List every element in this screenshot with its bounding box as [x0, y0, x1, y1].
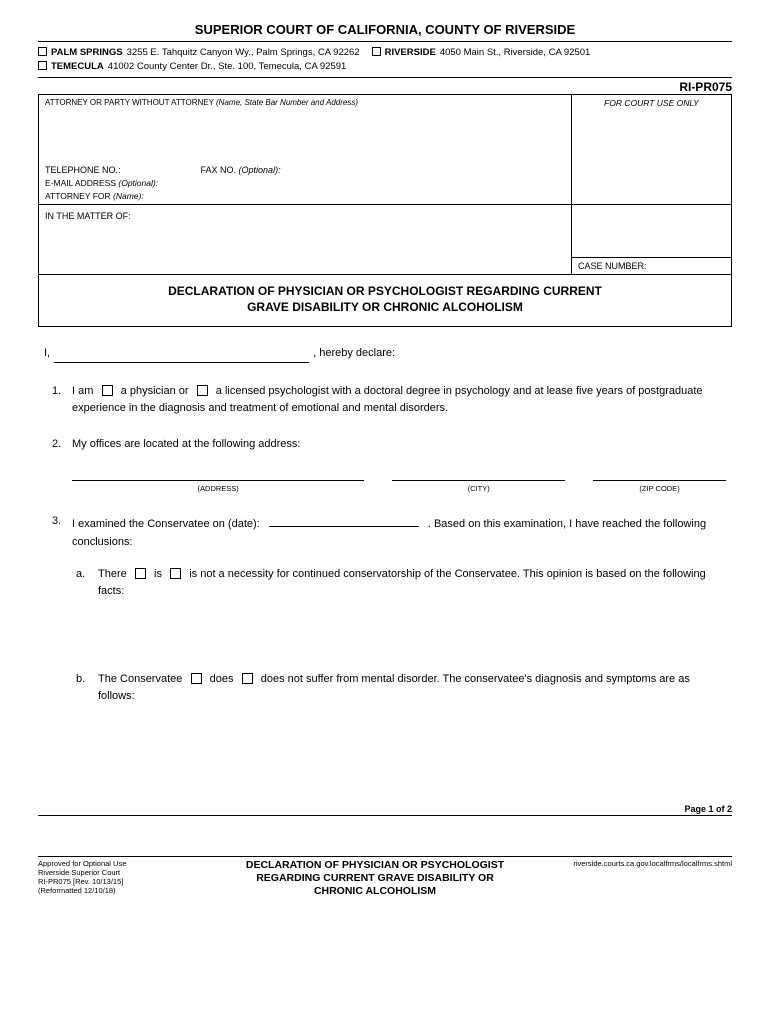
location-temecula: TEMECULA 41002 County Center Dr., Ste. 1… — [38, 60, 346, 74]
city-input[interactable] — [392, 467, 565, 481]
page-footer: Approved for Optional Use Riverside Supe… — [38, 856, 732, 898]
court-locations: PALM SPRINGS 3255 E. Tahquitz Canyon Wy.… — [38, 46, 732, 78]
attorney-for-label: ATTORNEY FOR — [45, 191, 111, 201]
matter-section: IN THE MATTER OF: — [39, 205, 571, 274]
form-body: I, , hereby declare: 1. I am a physician… — [38, 327, 732, 796]
item-1: 1. I am a physician or a licensed psycho… — [44, 383, 726, 418]
case-number-section: CASE NUMBER: — [571, 205, 731, 274]
location-palm-springs: PALM SPRINGS 3255 E. Tahquitz Canyon Wy.… — [38, 46, 360, 60]
location-riverside: RIVERSIDE 4050 Main St., Riverside, CA 9… — [372, 46, 591, 60]
item-3: 3. I examined the Conservatee on (date):… — [44, 513, 726, 796]
telephone-label: TELEPHONE NO.: — [45, 165, 121, 175]
form-title: DECLARATION OF PHYSICIAN OR PSYCHOLOGIST… — [39, 275, 731, 327]
court-title: SUPERIOR COURT OF CALIFORNIA, COUNTY OF … — [38, 22, 732, 42]
checkbox-physician[interactable] — [102, 385, 113, 396]
page-number: Page 1 of 2 — [38, 804, 732, 816]
zip-input[interactable] — [593, 467, 726, 481]
court-use-only: FOR COURT USE ONLY — [571, 95, 731, 204]
address-input[interactable] — [72, 467, 364, 481]
checkbox-is[interactable] — [135, 568, 146, 579]
declarant-line: I, , hereby declare: — [44, 345, 726, 363]
checkbox-icon[interactable] — [372, 47, 381, 56]
caption-box: ATTORNEY OR PARTY WITHOUT ATTORNEY (Name… — [38, 94, 732, 328]
form-page: SUPERIOR COURT OF CALIFORNIA, COUNTY OF … — [0, 0, 770, 908]
item-3a: a. There is is not a necessity for conti… — [72, 566, 726, 601]
checkbox-does[interactable] — [191, 673, 202, 684]
item-2: 2. My offices are located at the followi… — [44, 436, 726, 496]
checkbox-icon[interactable] — [38, 47, 47, 56]
checkbox-is-not[interactable] — [170, 568, 181, 579]
declarant-name-input[interactable] — [54, 349, 309, 363]
checkbox-psychologist[interactable] — [197, 385, 208, 396]
item-3b: b. The Conservatee does does not suffer … — [72, 671, 726, 706]
fax-label: FAX NO. — [201, 165, 237, 175]
checkbox-icon[interactable] — [38, 61, 47, 70]
email-label: E-MAIL ADDRESS — [45, 178, 116, 188]
exam-date-input[interactable] — [269, 513, 419, 527]
form-number: RI-PR075 — [38, 80, 732, 94]
attorney-section: ATTORNEY OR PARTY WITHOUT ATTORNEY (Name… — [39, 95, 571, 204]
checkbox-does-not[interactable] — [242, 673, 253, 684]
